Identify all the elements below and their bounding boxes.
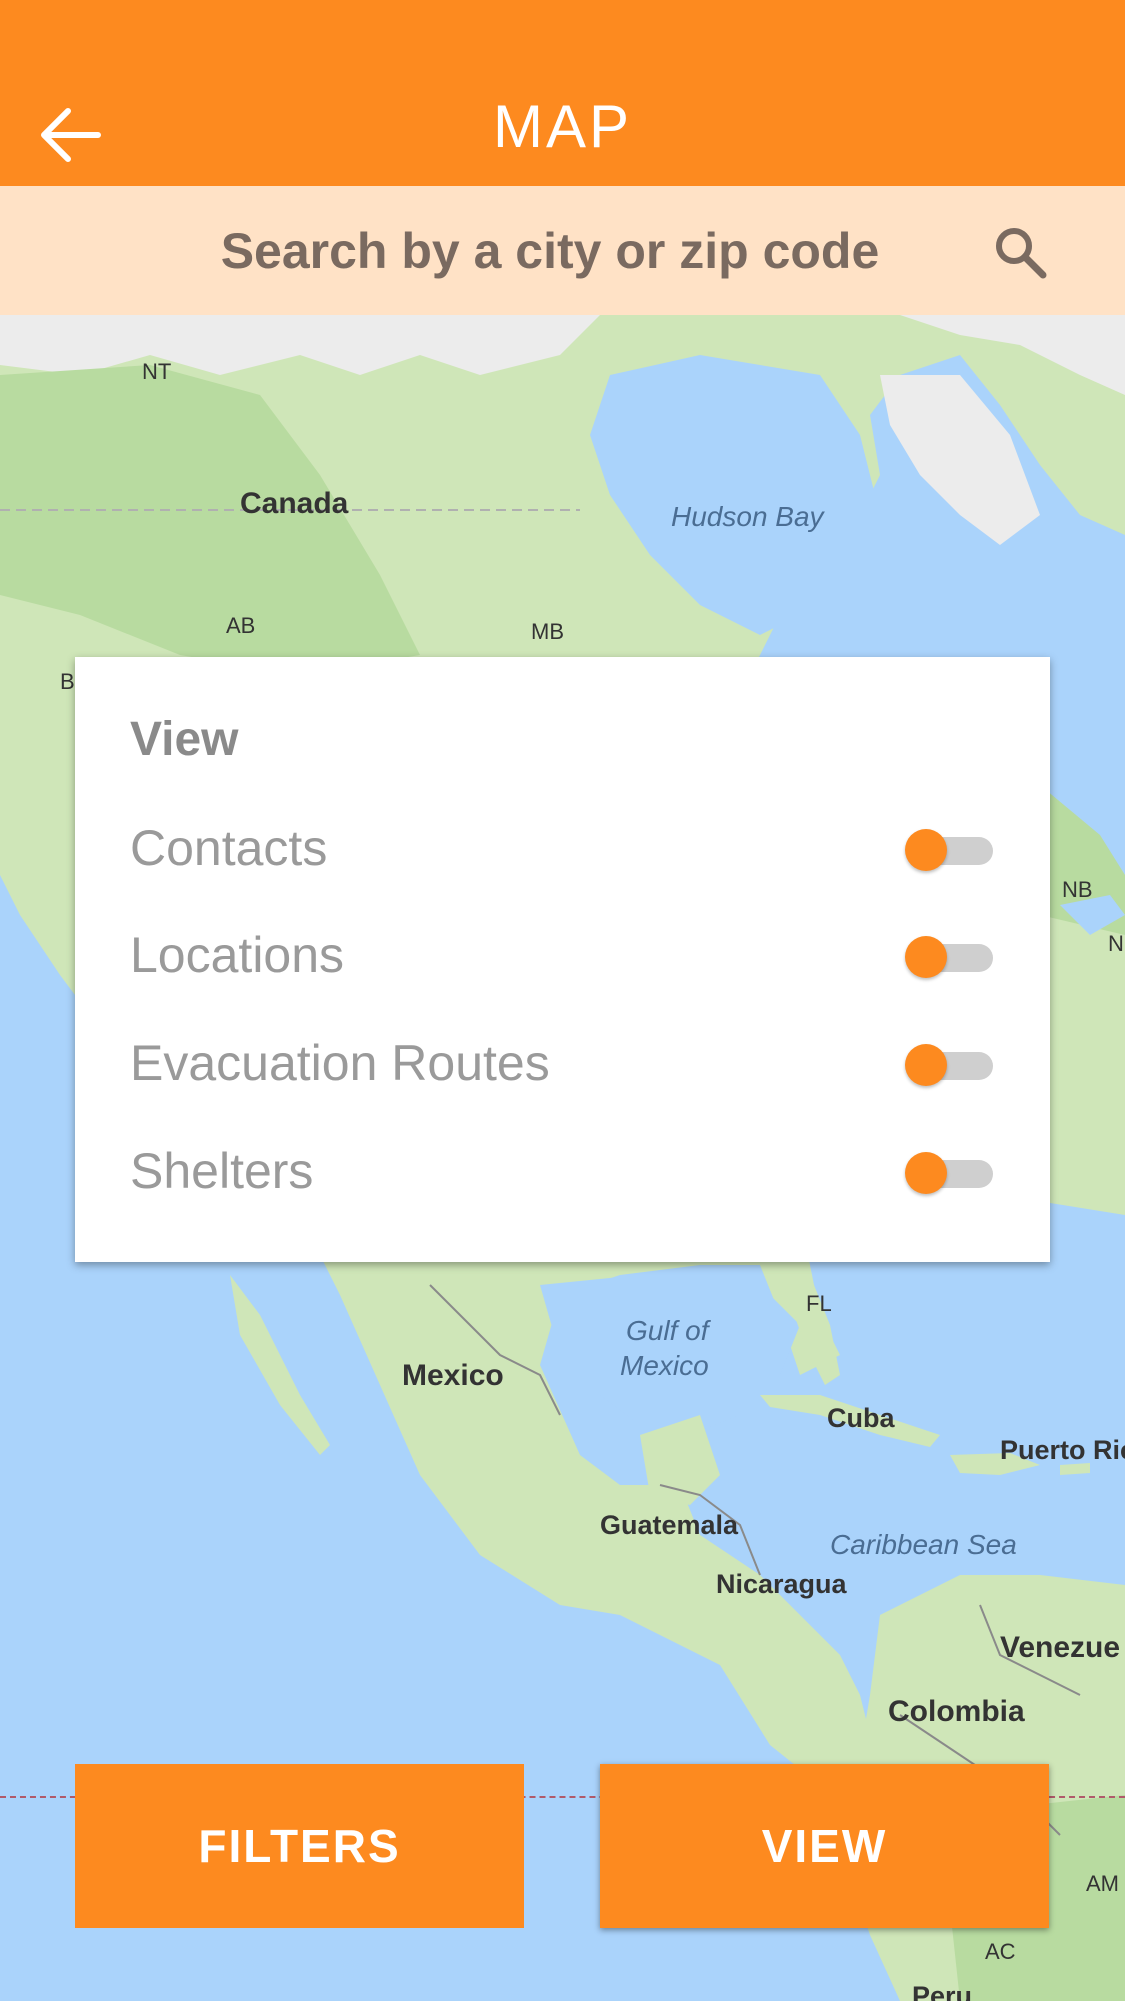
map-label-nb: NB (1062, 877, 1093, 902)
view-panel: View Contacts Locations Evacuation Route… (75, 657, 1050, 1262)
map-label-nt: NT (142, 359, 172, 384)
map-label-b: B (60, 669, 75, 694)
map-label-peru: Peru (912, 1981, 973, 2001)
map-label-mb: MB (531, 619, 564, 644)
toggle-label-shelters: Shelters (130, 1143, 314, 1199)
app-bar: MAP (0, 0, 1125, 186)
locations-toggle[interactable] (905, 934, 995, 978)
map-label-cuba: Cuba (827, 1403, 895, 1433)
map-label-gulf-of: Gulf of (626, 1315, 709, 1346)
map-label-caribbean-sea: Caribbean Sea (830, 1529, 1017, 1560)
search-button[interactable] (990, 222, 1050, 282)
view-panel-title: View (130, 713, 239, 766)
search-bar (0, 186, 1125, 315)
map-label-ab: AB (226, 613, 256, 638)
toggle-thumb (905, 936, 947, 978)
toggle-label-locations: Locations (130, 927, 345, 983)
search-icon (996, 228, 1047, 279)
map-label-guatemala: Guatemala (600, 1510, 739, 1540)
map-label-mexico-water: Mexico (620, 1350, 709, 1381)
map-label-am: AM (1086, 1871, 1119, 1896)
view-button[interactable]: VIEW (600, 1764, 1049, 1928)
map-label-canada: Canada (240, 487, 349, 520)
map-label-puerto-rico: Puerto Ric (1000, 1435, 1125, 1465)
search-input[interactable] (150, 208, 950, 293)
evacuation-routes-toggle[interactable] (905, 1042, 995, 1086)
contacts-toggle[interactable] (905, 827, 995, 871)
map-label-n: N (1108, 931, 1124, 956)
toggle-label-contacts: Contacts (130, 820, 328, 876)
toggle-thumb (905, 829, 947, 871)
toggle-label-evacuation-routes: Evacuation Routes (130, 1035, 550, 1091)
map-label-hudson-bay: Hudson Bay (671, 501, 824, 532)
page-title: MAP (492, 93, 633, 160)
shelters-toggle[interactable] (905, 1150, 995, 1194)
toggle-row-evacuation-routes: Evacuation Routes (75, 1012, 1050, 1112)
toggle-row-locations: Locations (75, 904, 1050, 1004)
map-label-venezuela: Venezue (1000, 1631, 1121, 1664)
filters-button[interactable]: FILTERS (75, 1764, 524, 1928)
toggle-thumb (905, 1152, 947, 1194)
map-label-nicaragua: Nicaragua (716, 1569, 847, 1599)
map-label-fl: FL (806, 1291, 832, 1316)
map-label-ac: AC (985, 1939, 1016, 1964)
toggle-row-shelters: Shelters (75, 1120, 1050, 1220)
toggle-thumb (905, 1044, 947, 1086)
map-label-colombia: Colombia (888, 1695, 1025, 1728)
toggle-row-contacts: Contacts (75, 797, 1050, 897)
map-label-mexico: Mexico (402, 1359, 504, 1392)
